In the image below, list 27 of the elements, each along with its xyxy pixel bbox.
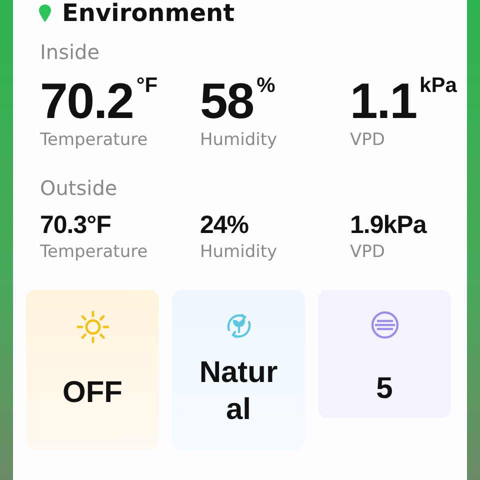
menu-lines-icon	[370, 310, 400, 340]
reading-label: Temperature	[40, 242, 148, 262]
pin-icon	[38, 4, 52, 22]
inside-label: Inside	[40, 40, 101, 64]
control-tile[interactable]: OFF	[26, 290, 159, 450]
reading-unit: °F	[136, 74, 158, 98]
reading-label: VPD	[350, 242, 385, 262]
reading-value: 58	[200, 76, 254, 126]
reading-label: Humidity	[200, 242, 278, 262]
outside-label: Outside	[40, 176, 118, 200]
reading-value: 70.2	[40, 76, 134, 126]
sun-icon	[76, 310, 110, 344]
tile-value: OFF	[62, 374, 122, 410]
reading-unit: %	[256, 74, 276, 98]
tile-value: Natural	[198, 354, 279, 428]
tile-value: 5	[376, 370, 393, 406]
reading-label: VPD	[350, 130, 385, 150]
section-title: Environment	[62, 1, 235, 25]
reading-label: Temperature	[40, 130, 148, 150]
reading-value: 1.1	[350, 76, 417, 126]
reading-label: Humidity	[200, 130, 278, 150]
reading-value: 1.9kPa	[350, 212, 426, 240]
reading-value: 24%	[200, 212, 249, 240]
reading-unit: kPa	[420, 74, 457, 98]
control-tile[interactable]: Natural	[172, 290, 305, 450]
control-tile[interactable]: 5	[318, 290, 451, 418]
reading-value: 70.3°F	[40, 212, 111, 240]
